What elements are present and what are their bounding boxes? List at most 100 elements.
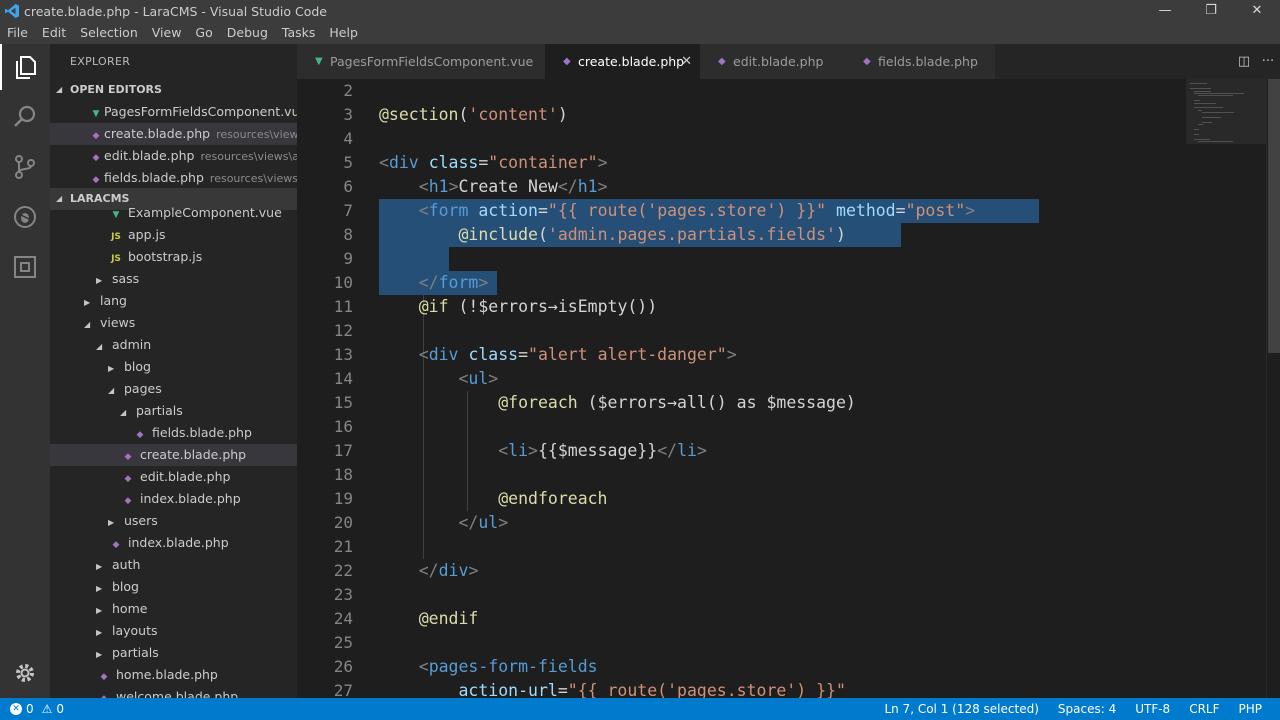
- file-tree-item[interactable]: ◆ create.blade.php: [50, 444, 297, 466]
- chevron-right-icon[interactable]: ▶: [108, 358, 120, 378]
- file-tree-item[interactable]: ◆ welcome.blade.php: [50, 686, 297, 698]
- code-line[interactable]: action-url="{{ route('pages.store') }}": [379, 679, 845, 698]
- code-line[interactable]: @endforeach: [379, 487, 607, 511]
- chevron-right-icon[interactable]: ▶: [84, 292, 96, 312]
- more-actions-icon[interactable]: ···: [1256, 54, 1280, 69]
- search-activity[interactable]: [0, 94, 50, 140]
- file-tree-item[interactable]: JS app.js: [50, 224, 297, 246]
- line-ending[interactable]: CRLF: [1189, 698, 1219, 720]
- chevron-down-icon[interactable]: ◢: [120, 402, 132, 422]
- code-line[interactable]: <pages-form-fields: [379, 655, 598, 679]
- code-token: <: [498, 441, 509, 460]
- code-line[interactable]: <form action="{{ route('pages.store') }}…: [379, 199, 975, 223]
- menu-debug[interactable]: Debug: [220, 22, 275, 44]
- chevron-down-icon[interactable]: ◢: [108, 380, 120, 400]
- code-line[interactable]: @include('admin.pages.partials.fields'): [379, 223, 846, 247]
- folder-tree-item[interactable]: ▶ auth: [50, 554, 297, 576]
- menu-selection[interactable]: Selection: [73, 22, 145, 44]
- tab-pagesformfieldscomponent-vue[interactable]: ▼ PagesFormFieldsComponent.vue: [297, 44, 545, 79]
- line-number: 21: [333, 537, 353, 556]
- file-tree-item[interactable]: JS bootstrap.js: [50, 246, 297, 268]
- tab-create-blade-php[interactable]: ◆ create.blade.php ✕: [545, 44, 700, 79]
- chevron-right-icon[interactable]: ▶: [96, 622, 108, 642]
- code-line[interactable]: @if (!$errors→isEmpty()): [379, 295, 657, 319]
- maximize-button[interactable]: ❐: [1188, 0, 1234, 22]
- file-tree-item[interactable]: ▼ ExampleComponent.vue: [50, 202, 297, 224]
- chevron-right-icon[interactable]: ▶: [108, 512, 120, 532]
- code-editor[interactable]: 2 3 @section('content') 4 5 <div class="conta…: [297, 79, 1280, 698]
- file-tree-item[interactable]: ◆ edit.blade.php: [50, 466, 297, 488]
- chevron-right-icon[interactable]: ▶: [96, 578, 108, 598]
- menu-view[interactable]: View: [145, 22, 189, 44]
- file-tree-item[interactable]: ◆ home.blade.php: [50, 664, 297, 686]
- code-line[interactable]: </ul>: [379, 511, 508, 535]
- settings-activity[interactable]: [0, 650, 50, 696]
- code-line[interactable]: <h1>Create New</h1>: [379, 175, 608, 199]
- open-editors-header[interactable]: ◢ OPEN EDITORS: [50, 79, 297, 101]
- chevron-down-icon[interactable]: ◢: [96, 336, 108, 356]
- extensions-activity[interactable]: [0, 244, 50, 290]
- code-line[interactable]: @endif: [379, 607, 479, 631]
- code-line[interactable]: @foreach ($errors→all() as $message): [379, 391, 856, 415]
- chevron-right-icon[interactable]: ▶: [96, 600, 108, 620]
- code-line[interactable]: <div class="container">: [379, 151, 608, 175]
- code-line[interactable]: </form>: [379, 271, 489, 295]
- chevron-down-icon[interactable]: ◢: [84, 314, 96, 334]
- scrollbar-thumb[interactable]: [1268, 79, 1280, 353]
- code-token: ): [836, 225, 846, 244]
- file-tree-item[interactable]: ◆ index.blade.php: [50, 488, 297, 510]
- folder-tree-item[interactable]: ▶ layouts: [50, 620, 297, 642]
- encoding[interactable]: UTF-8: [1135, 698, 1170, 720]
- folder-tree-item[interactable]: ▶ sass: [50, 268, 297, 290]
- folder-tree-item[interactable]: ▶ blog: [50, 356, 297, 378]
- language-mode[interactable]: PHP: [1239, 698, 1263, 720]
- explorer-activity[interactable]: [0, 44, 50, 90]
- open-editor-item[interactable]: ▼ PagesFormFieldsComponent.vu...: [50, 101, 297, 123]
- chevron-right-icon[interactable]: ▶: [96, 556, 108, 576]
- code-line[interactable]: <li>{{$message}}</li>: [379, 439, 707, 463]
- code-line[interactable]: <ul>: [379, 367, 498, 391]
- source-control-activity[interactable]: [0, 144, 50, 190]
- minimize-button[interactable]: —: [1142, 0, 1188, 22]
- minimap-line: [1194, 93, 1245, 94]
- folder-tree-item[interactable]: ▶ users: [50, 510, 297, 532]
- debug-activity[interactable]: [0, 194, 50, 240]
- close-tab-icon[interactable]: ✕: [681, 44, 692, 79]
- code-line[interactable]: </div>: [379, 559, 479, 583]
- file-tree-item[interactable]: ◆ fields.blade.php: [50, 422, 297, 444]
- menu-edit[interactable]: Edit: [35, 22, 73, 44]
- line-number: 5: [343, 153, 353, 172]
- cursor-position[interactable]: Ln 7, Col 1 (128 selected): [884, 698, 1038, 720]
- minimap[interactable]: [1186, 79, 1266, 698]
- folder-tree-item[interactable]: ◢ admin: [50, 334, 297, 356]
- menu-go[interactable]: Go: [188, 22, 219, 44]
- folder-tree-item[interactable]: ◢ pages: [50, 378, 297, 400]
- indentation[interactable]: Spaces: 4: [1058, 698, 1116, 720]
- chevron-right-icon[interactable]: ▶: [96, 644, 108, 664]
- menu-tasks[interactable]: Tasks: [275, 22, 323, 44]
- tab-edit-blade-php[interactable]: ◆ edit.blade.php: [700, 44, 845, 79]
- line-number: 3: [343, 105, 353, 124]
- folder-tree-item[interactable]: ◢ views: [50, 312, 297, 334]
- code-token: h1: [577, 177, 598, 196]
- menu-file[interactable]: File: [0, 22, 35, 44]
- problems-indicator[interactable]: ✕ 0 ⚠ 0: [10, 698, 64, 720]
- folder-tree-item[interactable]: ◢ partials: [50, 400, 297, 422]
- open-editor-item[interactable]: ◆ edit.blade.php resources\views\a...: [50, 145, 297, 167]
- split-editor-icon[interactable]: ◫: [1232, 54, 1256, 69]
- chevron-right-icon[interactable]: ▶: [96, 270, 108, 290]
- folder-tree-item[interactable]: ▶ partials: [50, 642, 297, 664]
- vertical-scrollbar[interactable]: [1266, 79, 1280, 698]
- code-line[interactable]: <div class="alert alert-danger">: [379, 343, 737, 367]
- file-tree-item[interactable]: ◆ index.blade.php: [50, 532, 297, 554]
- folder-tree-item[interactable]: ▶ lang: [50, 290, 297, 312]
- folder-tree-item[interactable]: ▶ blog: [50, 576, 297, 598]
- open-editor-item[interactable]: ◆ fields.blade.php resources\views\...: [50, 167, 297, 189]
- code-line[interactable]: @section('content'): [379, 103, 568, 127]
- menu-help[interactable]: Help: [322, 22, 365, 44]
- tree-item-label: users: [124, 513, 158, 528]
- close-window-button[interactable]: ✕: [1234, 0, 1280, 22]
- folder-tree-item[interactable]: ▶ home: [50, 598, 297, 620]
- open-editor-item[interactable]: ◆ create.blade.php resources\views...: [50, 123, 297, 145]
- tab-fields-blade-php[interactable]: ◆ fields.blade.php: [845, 44, 995, 79]
